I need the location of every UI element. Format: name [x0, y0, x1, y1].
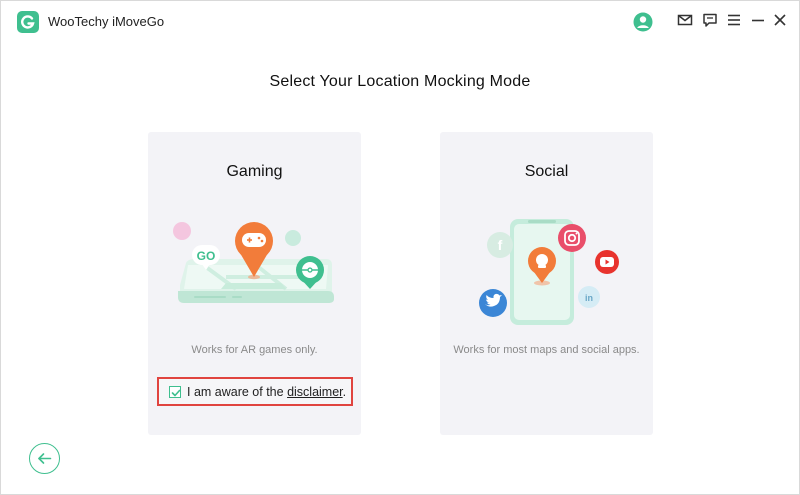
back-arrow-icon [38, 453, 52, 464]
disclaimer-checkbox[interactable] [169, 386, 181, 398]
youtube-icon [595, 250, 619, 274]
go-badge-label: GO [197, 249, 216, 263]
disclaimer-acknowledgement: I am aware of the disclaimer. [157, 377, 353, 406]
page-title: Select Your Location Mocking Mode [269, 73, 531, 90]
instagram-icon [558, 224, 586, 252]
minimize-icon[interactable] [750, 12, 768, 30]
linkedin-icon: in [578, 286, 600, 308]
svg-text:in: in [585, 293, 593, 303]
gaming-map-illustration: GO [166, 207, 343, 327]
user-account-icon[interactable] [633, 12, 653, 32]
app-window: WooTechy iMoveGo Select Your Location Mo… [0, 0, 800, 495]
gaming-mode-card[interactable]: Gaming GO Works for AR games only. I am … [148, 132, 361, 435]
app-logo-icon [17, 11, 39, 33]
menu-icon[interactable] [726, 12, 744, 30]
disclaimer-label: I am aware of the disclaimer. [187, 385, 346, 399]
twitter-icon [479, 289, 507, 317]
app-title: WooTechy iMoveGo [48, 14, 165, 29]
disclaimer-link[interactable]: disclaimer [287, 385, 343, 399]
svg-text:f: f [498, 237, 503, 253]
gaming-card-description: Works for AR games only. [191, 344, 318, 356]
mail-icon[interactable] [677, 12, 695, 30]
title-bar: WooTechy iMoveGo [1, 1, 799, 41]
social-card-description: Works for most maps and social apps. [453, 344, 640, 356]
social-mode-card[interactable]: Social f in Works for most maps and soci… [440, 132, 653, 435]
disclaimer-suffix: . [342, 385, 347, 399]
back-button[interactable] [29, 443, 60, 474]
facebook-icon: f [487, 232, 513, 258]
gaming-card-title: Gaming [226, 163, 283, 180]
social-card-title: Social [524, 163, 569, 180]
social-phone-illustration: f in [458, 207, 635, 327]
close-icon[interactable] [772, 12, 790, 30]
feedback-icon[interactable] [702, 12, 720, 30]
disclaimer-text: I am aware of the [187, 385, 288, 399]
